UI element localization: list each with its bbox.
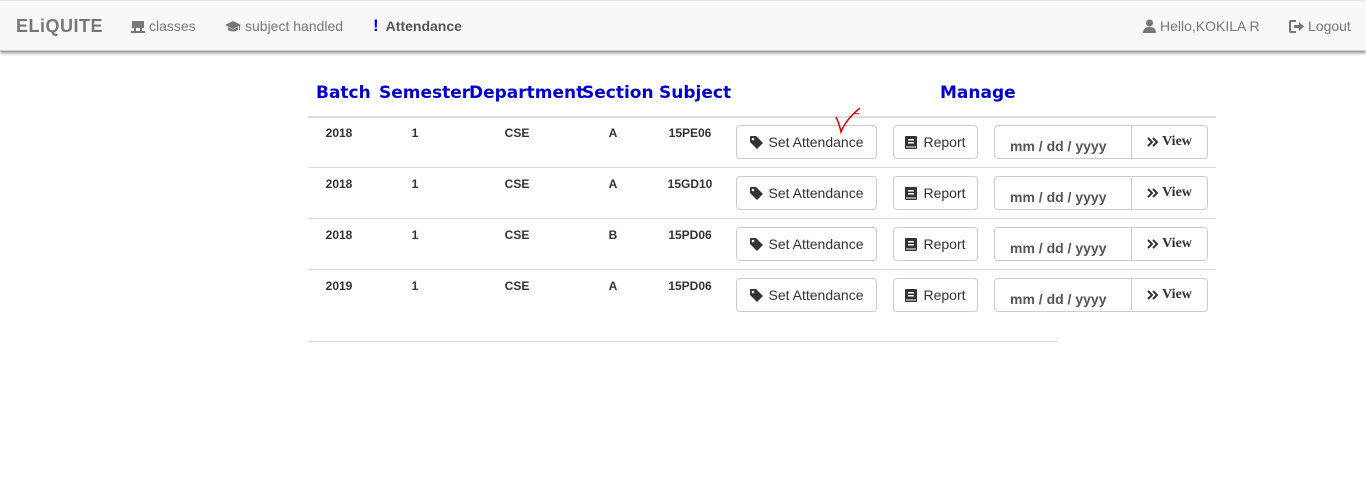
book-icon — [905, 288, 918, 302]
set-attendance-button[interactable]: Set Attendance — [736, 176, 877, 210]
cell-subject: 15PD06 — [668, 279, 712, 293]
set-attendance-label: Set Attendance — [768, 236, 864, 252]
view-label: View — [1162, 236, 1192, 251]
set-attendance-label: Set Attendance — [768, 134, 864, 150]
logout-icon — [1289, 19, 1304, 33]
tag-icon — [749, 237, 763, 251]
cell-batch: 2018 — [325, 228, 353, 242]
column-header-subject: Subject — [659, 83, 732, 103]
user-greeting[interactable]: Hello,KOKILA R — [1143, 18, 1260, 34]
report-button[interactable]: Report — [893, 125, 978, 159]
user-icon — [1143, 19, 1156, 33]
cell-subject: 15PD06 — [668, 228, 712, 242]
table-row: 2019 1 CSE A 15PD06 Set Attendance Report mm / … — [308, 270, 1216, 321]
cell-subject: 15PE06 — [668, 126, 712, 140]
view-button[interactable]: View — [1131, 176, 1208, 210]
view-label: View — [1162, 185, 1192, 200]
cell-subject: 15GD10 — [667, 177, 713, 191]
cell-department: CSE — [504, 126, 530, 140]
set-attendance-label: Set Attendance — [768, 185, 864, 201]
tag-icon — [749, 288, 763, 302]
user-greeting-label: Hello,KOKILA R — [1160, 18, 1260, 34]
column-header-manage: Manage — [940, 83, 1016, 103]
logout-link[interactable]: Logout — [1289, 18, 1351, 34]
nav-item-label: Attendance — [385, 18, 462, 34]
report-button[interactable]: Report — [893, 278, 978, 312]
set-attendance-button[interactable]: Set Attendance — [736, 227, 877, 261]
cell-department: CSE — [504, 228, 530, 242]
cell-section: B — [608, 228, 618, 242]
cell-section: A — [608, 177, 618, 191]
check-annotation-icon — [835, 107, 861, 135]
double-chevron-right-icon — [1147, 188, 1159, 198]
date-input[interactable]: mm / dd / yyyy — [994, 176, 1132, 210]
double-chevron-right-icon — [1147, 137, 1159, 147]
column-header-batch: Batch — [316, 83, 371, 103]
cell-department: CSE — [504, 279, 530, 293]
set-attendance-button[interactable]: Set Attendance — [736, 278, 877, 312]
date-input[interactable]: mm / dd / yyyy — [994, 125, 1132, 159]
book-icon — [905, 237, 918, 251]
set-attendance-label: Set Attendance — [768, 287, 864, 303]
nav-item-attendance[interactable]: ! Attendance — [373, 16, 462, 35]
cell-batch: 2018 — [325, 177, 353, 191]
cell-section: A — [608, 126, 618, 140]
double-chevron-right-icon — [1147, 239, 1159, 249]
view-button[interactable]: View — [1131, 125, 1208, 159]
cell-semester: 1 — [411, 228, 419, 242]
cell-semester: 1 — [411, 279, 419, 293]
report-button[interactable]: Report — [893, 176, 978, 210]
brand-logo[interactable]: ELiQUITE — [16, 16, 103, 37]
nav-item-subject-handled[interactable]: subject handled — [225, 18, 343, 34]
nav-item-label: subject handled — [245, 18, 344, 34]
column-header-section: Section — [582, 83, 654, 103]
report-label: Report — [923, 185, 966, 201]
cell-batch: 2019 — [325, 279, 353, 293]
cell-semester: 1 — [411, 126, 419, 140]
cell-batch: 2018 — [325, 126, 353, 140]
double-chevron-right-icon — [1147, 290, 1159, 300]
report-button[interactable]: Report — [893, 227, 978, 261]
view-button[interactable]: View — [1131, 278, 1208, 312]
view-label: View — [1162, 134, 1192, 149]
logout-label: Logout — [1308, 18, 1351, 34]
report-label: Report — [923, 287, 966, 303]
column-header-semester: Semester — [379, 83, 471, 103]
table-row: 2018 1 CSE A 15GD10 Set Attendance Report mm / … — [308, 168, 1216, 219]
view-label: View — [1162, 287, 1192, 302]
book-icon — [905, 186, 918, 200]
table-row: 2018 1 CSE A 15PE06 Set Attendance Report mm / … — [308, 117, 1216, 168]
tag-icon — [749, 135, 763, 149]
exclamation-icon: ! — [373, 16, 379, 35]
cell-department: CSE — [504, 177, 530, 191]
tag-icon — [749, 186, 763, 200]
nav-item-label: classes — [149, 18, 196, 34]
date-input[interactable]: mm / dd / yyyy — [994, 227, 1132, 261]
nav-item-classes[interactable]: classes — [131, 18, 196, 34]
report-label: Report — [923, 236, 966, 252]
view-button[interactable]: View — [1131, 227, 1208, 261]
table-row: 2018 1 CSE B 15PD06 Set Attendance Report mm / … — [308, 219, 1216, 270]
graduation-cap-icon — [225, 20, 241, 31]
report-label: Report — [923, 134, 966, 150]
date-input[interactable]: mm / dd / yyyy — [994, 278, 1132, 312]
navbar: ELiQUITE classes subject handled ! Atten… — [0, 0, 1366, 51]
table-footer-divider — [308, 341, 1058, 342]
cell-section: A — [608, 279, 618, 293]
cell-semester: 1 — [411, 177, 419, 191]
desk-icon — [131, 20, 145, 33]
column-header-department: Department — [469, 83, 585, 103]
book-icon — [905, 135, 918, 149]
